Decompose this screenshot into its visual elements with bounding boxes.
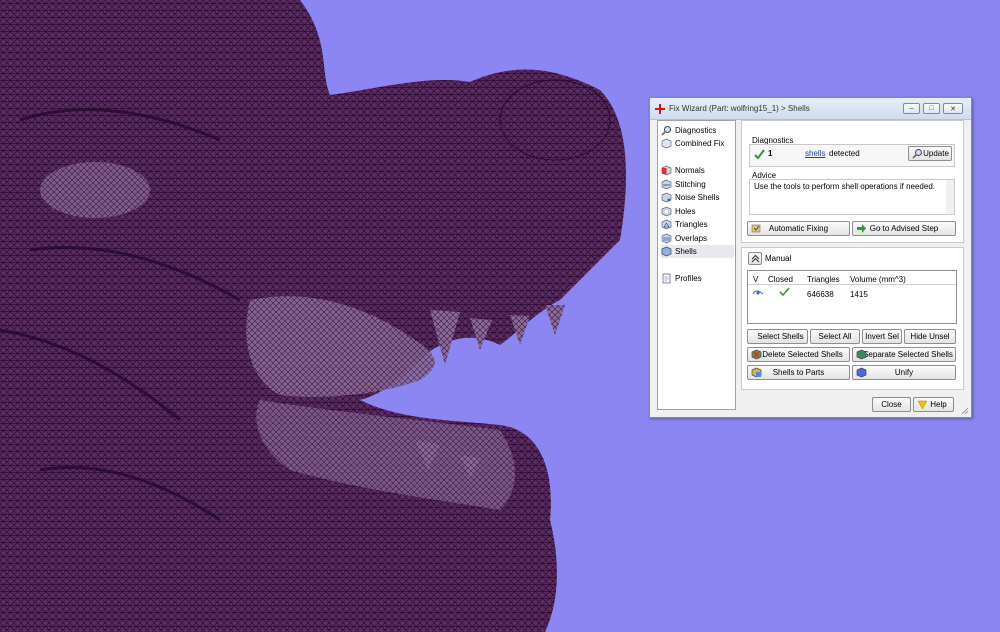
green-arrow-icon (857, 224, 866, 233)
automatic-fixing-button[interactable]: Automatic Fixing (747, 221, 850, 236)
close-window-button[interactable]: ✕ (943, 103, 963, 114)
select-all-button[interactable]: Select All (810, 329, 860, 344)
title-bar[interactable]: Fix Wizard (Part: wolfring15_1) > Shells… (650, 98, 971, 120)
invert-sel-label: Invert Sel (865, 332, 899, 341)
nav-item-label: Combined Fix (675, 139, 725, 148)
nav-item-label: Overlaps (675, 234, 708, 243)
shells-to-parts-label: Shells to Parts (772, 368, 825, 377)
nav-item-stitching[interactable]: Stitching (661, 178, 734, 191)
profiles-icon (662, 273, 671, 284)
maximize-button[interactable]: □ (923, 103, 940, 114)
cube-icon (661, 138, 672, 149)
volume-value: 1415 (850, 290, 868, 299)
normals-icon (661, 165, 672, 176)
triangles-icon (661, 219, 672, 230)
unify-icon (856, 367, 867, 378)
nav-item-diagnostics[interactable]: Diagnostics (661, 124, 734, 137)
window-title: Fix Wizard (Part: wolfring15_1) > Shells (669, 104, 810, 113)
check-icon (754, 149, 765, 160)
shells-to-parts-button[interactable]: Shells to Parts (747, 365, 850, 380)
wolf-head-mesh (0, 0, 626, 632)
invert-sel-button[interactable]: Invert Sel (862, 329, 902, 344)
separate-selected-shells-button[interactable]: Separate Selected Shells (852, 347, 956, 362)
overlaps-icon (661, 233, 672, 244)
nav-item-label: Noise Shells (675, 193, 720, 202)
magnifier-icon (912, 149, 922, 159)
detected-label: detected (829, 149, 860, 158)
hide-unsel-button[interactable]: Hide Unsel (904, 329, 956, 344)
select-shells-button[interactable]: Select Shells (747, 329, 808, 344)
delete-selected-shells-button[interactable]: Delete Selected Shells (747, 347, 850, 362)
nav-item-label: Diagnostics (675, 126, 717, 135)
noise-shells-icon (661, 192, 672, 203)
nav-item-label: Shells (675, 247, 697, 256)
stitching-icon (661, 179, 672, 190)
magnifier-icon (661, 126, 671, 136)
nav-item-holes[interactable]: Holes (661, 205, 734, 218)
nav-item-profiles[interactable]: Profiles (661, 272, 734, 285)
delete-shell-icon (751, 349, 762, 360)
go-to-advised-step-button[interactable]: Go to Advised Step (852, 221, 956, 236)
fix-wizard-icon (655, 103, 665, 114)
nav-item-shells[interactable]: Shells (661, 245, 734, 258)
separate-selected-shells-label: Separate Selected Shells (863, 350, 953, 359)
column-header-closed[interactable]: Closed (768, 275, 793, 284)
column-header-triangles[interactable]: Triangles (807, 275, 840, 284)
visibility-icon[interactable] (752, 288, 764, 296)
chevron-up-icon (751, 254, 759, 263)
manual-title: Manual (765, 254, 792, 263)
nav-item-triangles[interactable]: Triangles (661, 218, 734, 231)
select-shells-label: Select Shells (757, 332, 804, 341)
separate-shell-icon (856, 349, 867, 360)
nav-item-label: Holes (675, 207, 696, 216)
shell-count: 1 (768, 149, 773, 158)
nav-item-label: Stitching (675, 180, 706, 189)
close-button-label: Close (881, 400, 902, 409)
nav-item-overlaps[interactable]: Overlaps (661, 232, 734, 245)
advice-scrollbar[interactable] (946, 180, 954, 214)
shells-icon (661, 246, 672, 257)
fix-wizard-dialog: Fix Wizard (Part: wolfring15_1) > Shells… (649, 97, 972, 418)
hide-unsel-label: Hide Unsel (910, 332, 950, 341)
nav-item-label: Triangles (675, 220, 708, 229)
delete-selected-shells-label: Delete Selected Shells (762, 350, 843, 359)
nav-item-noise-shells[interactable]: Noise Shells (661, 191, 734, 204)
go-to-advised-step-label: Go to Advised Step (869, 224, 939, 233)
column-header-v[interactable]: V (753, 275, 758, 284)
resize-grip-icon[interactable] (961, 407, 969, 415)
fix-category-list: Diagnostics Combined Fix Normals Stitchi… (657, 120, 736, 410)
help-button[interactable]: Help (913, 397, 954, 412)
unify-label: Unify (894, 368, 914, 377)
nav-item-label: Profiles (675, 274, 702, 283)
close-button[interactable]: Close (872, 397, 911, 412)
triangles-value: 646638 (807, 290, 834, 299)
nav-item-normals[interactable]: Normals (661, 164, 734, 177)
collapse-manual-button[interactable] (748, 252, 762, 265)
minimize-button[interactable]: – (903, 103, 920, 114)
automatic-fixing-label: Automatic Fixing (768, 224, 829, 233)
wand-icon (751, 224, 761, 233)
unify-button[interactable]: Unify (852, 365, 956, 380)
advice-text: Use the tools to perform shell operation… (754, 182, 935, 191)
shells-to-parts-icon (751, 367, 762, 378)
column-header-volume[interactable]: Volume (mm^3) (850, 275, 906, 284)
help-icon (917, 400, 928, 410)
shells-link[interactable]: shells (805, 149, 825, 158)
closed-check-icon (779, 287, 790, 297)
update-button[interactable]: Update (908, 146, 952, 161)
select-all-label: Select All (818, 332, 852, 341)
holes-icon (661, 206, 672, 217)
nav-item-label: Normals (675, 166, 705, 175)
table-header-divider (748, 284, 956, 285)
nav-item-combined-fix[interactable]: Combined Fix (661, 137, 734, 150)
